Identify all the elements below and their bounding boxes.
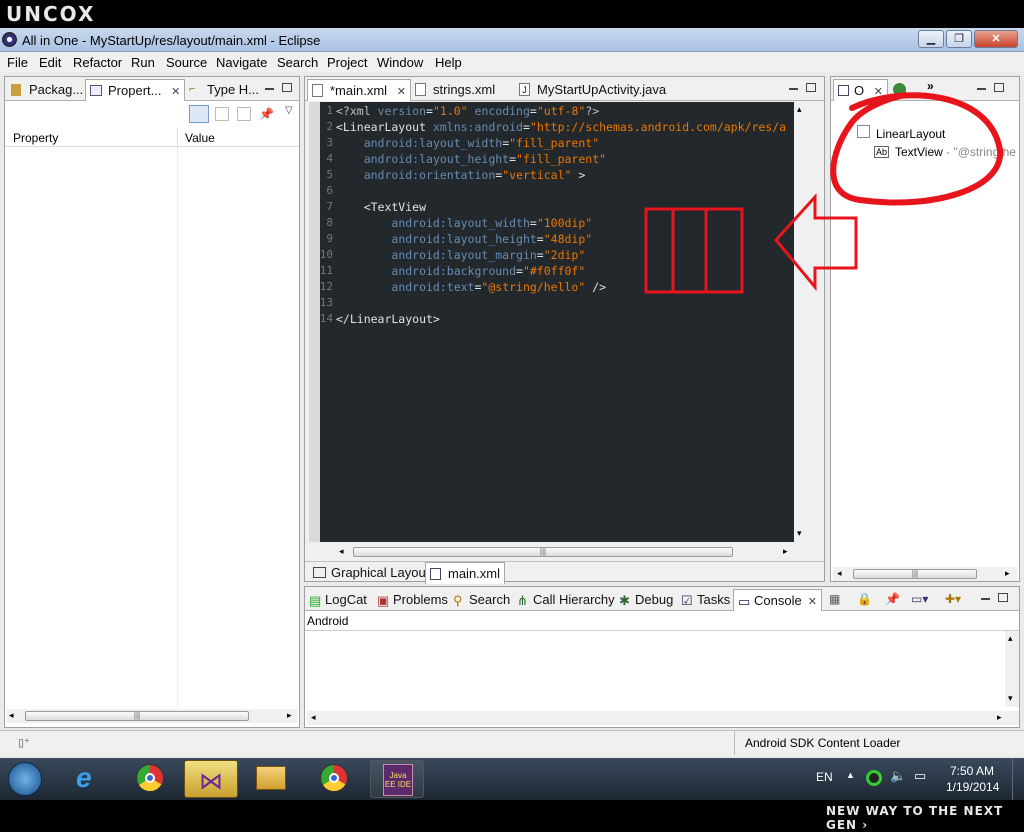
tray-app-icon[interactable]: [866, 770, 882, 786]
show-desktop-button[interactable]: [1012, 758, 1024, 800]
clock-time[interactable]: 7:50 AM: [950, 764, 994, 778]
visual-studio-icon: ⋈: [199, 768, 223, 795]
annotation-circle: [830, 92, 1004, 206]
chrome-taskbar-button-2[interactable]: [308, 760, 362, 798]
annotation-overlay: [644, 92, 1004, 294]
tray-expand-icon[interactable]: ▲: [846, 770, 855, 780]
ie-icon: e: [76, 762, 92, 793]
eclipse-taskbar-button[interactable]: Java EE IDE: [370, 760, 424, 798]
windows-taskbar: e ⋈ Java EE IDE EN ▲ 🔈 ▭ 7:50 AM 1/19/20…: [0, 758, 1024, 800]
java-ee-icon: Java EE IDE: [383, 764, 413, 796]
ie-taskbar-button[interactable]: e: [64, 760, 118, 798]
chrome-taskbar-button[interactable]: [124, 760, 178, 798]
explorer-taskbar-button[interactable]: [244, 760, 298, 798]
visual-studio-taskbar-button[interactable]: ⋈: [184, 760, 238, 798]
volume-icon[interactable]: 🔈: [890, 768, 906, 784]
annotation-box: [644, 207, 744, 294]
tagline: NEW WAY TO THE NEXT GEN ›: [826, 804, 1004, 832]
clock-date[interactable]: 1/19/2014: [946, 780, 999, 794]
chrome-icon: [136, 764, 164, 792]
folder-icon: [256, 766, 286, 790]
chrome-icon: [320, 764, 348, 792]
annotation-arrow-icon: [774, 193, 858, 292]
start-button[interactable]: [8, 762, 42, 796]
network-icon[interactable]: ▭: [914, 768, 926, 784]
language-indicator[interactable]: EN: [816, 770, 833, 784]
bottom-banner: NEW WAY TO THE NEXT GEN ›: [0, 800, 1024, 832]
